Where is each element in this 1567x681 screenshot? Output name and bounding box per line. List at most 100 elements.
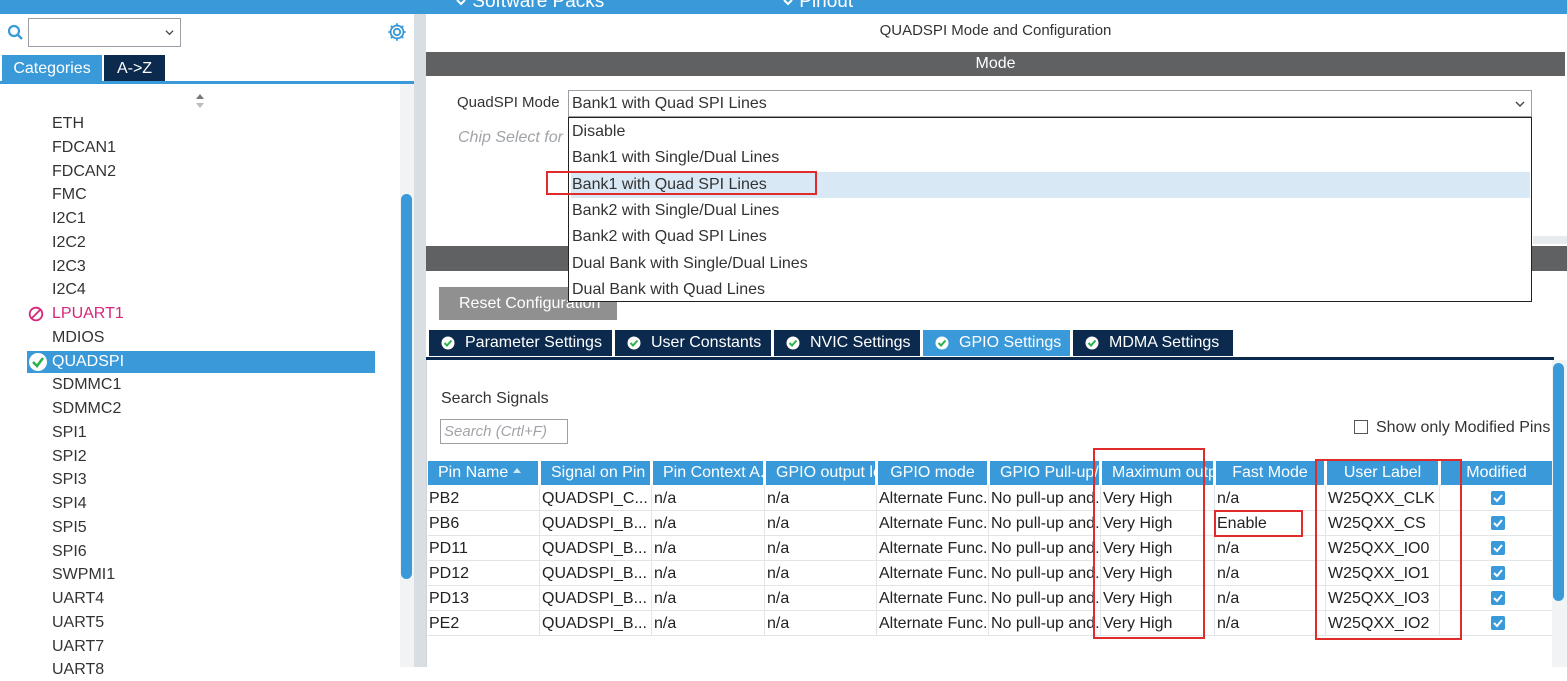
cell-modified[interactable] xyxy=(1441,511,1554,536)
cell-fast-mode[interactable]: n/a xyxy=(1216,536,1326,561)
software-packs-menu[interactable]: Software Packs xyxy=(455,0,604,13)
cell-max-speed[interactable]: Very High xyxy=(1102,611,1215,636)
peripheral-item-uart5[interactable]: UART5 xyxy=(52,612,104,634)
peripheral-item-spi2[interactable]: SPI2 xyxy=(52,446,87,468)
cell-fast-mode[interactable]: n/a xyxy=(1216,486,1326,511)
cell-modified[interactable] xyxy=(1441,536,1554,561)
modified-checkbox-icon[interactable] xyxy=(1491,516,1505,530)
left-scrollbar-thumb[interactable] xyxy=(401,194,412,579)
peripheral-item-i2c4[interactable]: I2C4 xyxy=(52,279,86,301)
table-row[interactable]: PD11 QUADSPI_B... n/a n/a Alternate Func... N… xyxy=(428,536,1554,561)
cell-user-label[interactable]: W25QXX_IO1 xyxy=(1327,561,1440,586)
table-row[interactable]: PB6 QUADSPI_B... n/a n/a Alternate Func... No… xyxy=(428,511,1554,536)
panel-divider[interactable] xyxy=(414,14,426,667)
peripheral-item-spi1[interactable]: SPI1 xyxy=(52,422,87,444)
cell-pull[interactable]: No pull-up and... xyxy=(990,586,1101,611)
table-row[interactable]: PB2 QUADSPI_C... n/a n/a Alternate Func... No… xyxy=(428,486,1554,511)
peripheral-item-uart7[interactable]: UART7 xyxy=(52,636,104,658)
cell-context[interactable]: n/a xyxy=(653,511,765,536)
cell-signal[interactable]: QUADSPI_B... xyxy=(541,586,652,611)
column-header-9[interactable]: Modified xyxy=(1441,461,1554,485)
cell-user-label[interactable]: W25QXX_IO3 xyxy=(1327,586,1440,611)
cell-output-level[interactable]: n/a xyxy=(766,586,877,611)
peripheral-item-mdios[interactable]: MDIOS xyxy=(52,327,104,349)
column-header-1[interactable]: Signal on Pin xyxy=(541,461,652,485)
peripheral-item-fmc[interactable]: FMC xyxy=(52,184,87,206)
show-modified-pins-toggle[interactable]: Show only Modified Pins xyxy=(1354,419,1550,437)
peripheral-item-i2c3[interactable]: I2C3 xyxy=(52,256,86,278)
search-signals-input[interactable]: Search (Crtl+F) xyxy=(440,419,568,444)
cell-context[interactable]: n/a xyxy=(653,611,765,636)
peripheral-item-fdcan1[interactable]: FDCAN1 xyxy=(52,137,116,159)
tab-gpio-settings[interactable]: GPIO Settings xyxy=(923,330,1070,356)
column-header-6[interactable]: Maximum outp... xyxy=(1102,461,1215,485)
cell-pull[interactable]: No pull-up and... xyxy=(990,511,1101,536)
modified-checkbox-icon[interactable] xyxy=(1491,491,1505,505)
mode-option[interactable]: Dual Bank with Single/Dual Lines xyxy=(571,251,1530,277)
show-modified-checkbox[interactable] xyxy=(1354,420,1368,434)
modified-checkbox-icon[interactable] xyxy=(1491,616,1505,630)
cell-context[interactable]: n/a xyxy=(653,561,765,586)
peripheral-item-spi6[interactable]: SPI6 xyxy=(52,541,87,563)
cell-fast-mode[interactable]: n/a xyxy=(1216,561,1326,586)
mode-option[interactable]: Bank2 with Single/Dual Lines xyxy=(571,198,1530,224)
cell-user-label[interactable]: W25QXX_CS xyxy=(1327,511,1440,536)
peripheral-item-uart8[interactable]: UART8 xyxy=(52,659,104,681)
component-search-select[interactable] xyxy=(28,18,181,47)
column-header-2[interactable]: Pin Context A... xyxy=(653,461,765,485)
peripheral-item-i2c1[interactable]: I2C1 xyxy=(52,208,86,230)
modified-checkbox-icon[interactable] xyxy=(1491,566,1505,580)
cell-max-speed[interactable]: Very High xyxy=(1102,586,1215,611)
tab-mdma-settings[interactable]: MDMA Settings xyxy=(1073,330,1233,356)
cell-user-label[interactable]: W25QXX_IO2 xyxy=(1327,611,1440,636)
cell-mode[interactable]: Alternate Func... xyxy=(878,486,989,511)
peripheral-item-sdmmc1[interactable]: SDMMC1 xyxy=(52,374,121,396)
cell-fast-mode[interactable]: n/a xyxy=(1216,586,1326,611)
cell-context[interactable]: n/a xyxy=(653,536,765,561)
right-scrollbar-thumb[interactable] xyxy=(1553,363,1564,601)
cell-mode[interactable]: Alternate Func... xyxy=(878,611,989,636)
tab-user-constants[interactable]: User Constants xyxy=(615,330,771,356)
cell-pin[interactable]: PD11 xyxy=(428,536,540,561)
cell-pin[interactable]: PB6 xyxy=(428,511,540,536)
column-header-4[interactable]: GPIO mode xyxy=(878,461,989,485)
peripheral-item-spi3[interactable]: SPI3 xyxy=(52,469,87,491)
cell-pull[interactable]: No pull-up and... xyxy=(990,611,1101,636)
peripheral-item-fdcan2[interactable]: FDCAN2 xyxy=(52,161,116,183)
cell-mode[interactable]: Alternate Func... xyxy=(878,586,989,611)
cell-modified[interactable] xyxy=(1441,586,1554,611)
mode-option[interactable]: Bank1 with Quad SPI Lines xyxy=(571,171,1530,198)
peripheral-item-spi4[interactable]: SPI4 xyxy=(52,493,87,515)
column-header-0[interactable]: Pin Name xyxy=(428,461,540,485)
cell-mode[interactable]: Alternate Func... xyxy=(878,561,989,586)
cell-pin[interactable]: PD12 xyxy=(428,561,540,586)
column-header-8[interactable]: User Label xyxy=(1327,461,1440,485)
cell-signal[interactable]: QUADSPI_B... xyxy=(541,561,652,586)
cell-output-level[interactable]: n/a xyxy=(766,611,877,636)
modified-checkbox-icon[interactable] xyxy=(1491,591,1505,605)
cell-modified[interactable] xyxy=(1441,611,1554,636)
peripheral-item-i2c2[interactable]: I2C2 xyxy=(52,232,86,254)
cell-pin[interactable]: PE2 xyxy=(428,611,540,636)
column-header-7[interactable]: Fast Mode xyxy=(1216,461,1326,485)
table-row[interactable]: PD12 QUADSPI_B... n/a n/a Alternate Func... N… xyxy=(428,561,1554,586)
cell-signal[interactable]: QUADSPI_B... xyxy=(541,611,652,636)
peripheral-item-spi5[interactable]: SPI5 xyxy=(52,517,87,539)
pinout-menu[interactable]: Pinout xyxy=(782,0,853,13)
cell-pull[interactable]: No pull-up and... xyxy=(990,486,1101,511)
cell-context[interactable]: n/a xyxy=(653,586,765,611)
cell-pull[interactable]: No pull-up and... xyxy=(990,536,1101,561)
peripheral-item-lpuart1[interactable]: LPUART1 xyxy=(52,303,124,325)
mode-option[interactable]: Bank1 with Single/Dual Lines xyxy=(571,145,1530,171)
table-row[interactable]: PD13 QUADSPI_B... n/a n/a Alternate Func... N… xyxy=(428,586,1554,611)
table-row[interactable]: PE2 QUADSPI_B... n/a n/a Alternate Func... No… xyxy=(428,611,1554,636)
peripheral-item-eth[interactable]: ETH xyxy=(52,113,84,135)
cell-max-speed[interactable]: Very High xyxy=(1102,561,1215,586)
tab-parameter-settings[interactable]: Parameter Settings xyxy=(429,330,612,356)
modified-checkbox-icon[interactable] xyxy=(1491,541,1505,555)
cell-signal[interactable]: QUADSPI_B... xyxy=(541,536,652,561)
cell-signal[interactable]: QUADSPI_C... xyxy=(541,486,652,511)
cell-max-speed[interactable]: Very High xyxy=(1102,536,1215,561)
tab-nvic-settings[interactable]: NVIC Settings xyxy=(774,330,920,356)
cell-user-label[interactable]: W25QXX_IO0 xyxy=(1327,536,1440,561)
